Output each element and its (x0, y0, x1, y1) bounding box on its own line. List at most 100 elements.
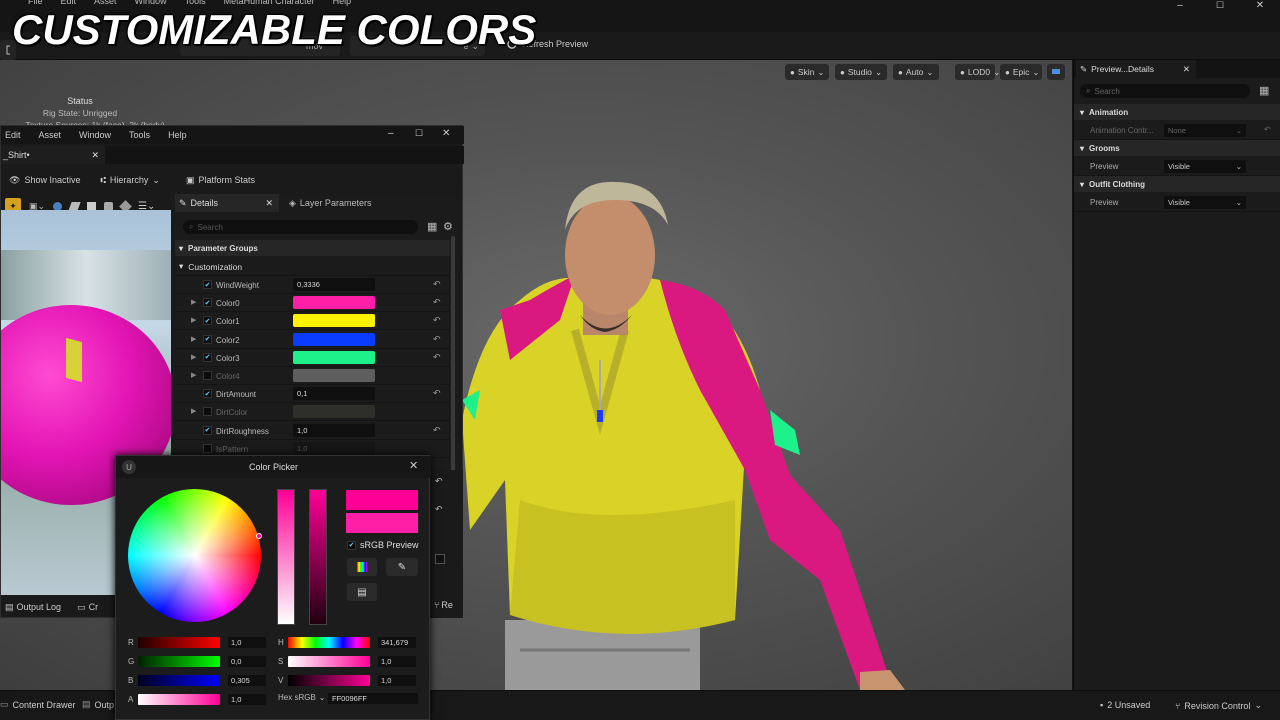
expand-arrow-icon[interactable]: ▶ (191, 298, 196, 306)
param-value-input[interactable]: 1,0 (293, 423, 375, 437)
param-color-swatch[interactable] (293, 332, 375, 346)
minimize-icon[interactable]: – (1160, 0, 1200, 14)
viewport-settings-icon[interactable] (1047, 64, 1065, 80)
param-color-swatch[interactable] (293, 369, 375, 382)
undo-icon[interactable]: ↶ (435, 476, 443, 487)
value-input-a[interactable]: 1,0 (228, 694, 266, 705)
undo-icon[interactable]: ↶ (435, 504, 443, 515)
param-color-swatch[interactable] (293, 350, 375, 364)
param-value-input[interactable]: 1,0 (293, 441, 375, 455)
hex-mode-dropdown[interactable]: Hex sRGB ⌄ (278, 693, 326, 702)
reset-icon[interactable]: ↶ (433, 388, 441, 399)
parameter-search-input[interactable]: ⌕ Search (183, 220, 418, 234)
eyedropper-button[interactable]: ✎ (386, 558, 418, 576)
row-dropdown[interactable]: Visible ⌄ (1164, 196, 1246, 209)
slider-r[interactable] (138, 637, 220, 648)
expand-arrow-icon[interactable]: ▶ (191, 407, 196, 415)
show-inactive-button[interactable]: 👁 Show Inactive (5, 170, 84, 190)
srgb-preview-toggle[interactable]: ✔ sRGB Preview (347, 540, 419, 550)
settings-icon[interactable]: ⚙ (443, 220, 453, 233)
row-dropdown[interactable]: None ⌄ (1164, 124, 1246, 137)
cmd-tab[interactable]: ▭ Cr (77, 602, 98, 613)
value-input-r[interactable]: 1,0 (228, 637, 266, 648)
editor-menu-item-window[interactable]: Window (79, 130, 111, 140)
revert-button[interactable]: ⑂ Re (434, 600, 453, 610)
reset-icon[interactable]: ↶ (433, 352, 441, 363)
value-bar[interactable] (309, 489, 327, 625)
maximize-icon[interactable]: ☐ (415, 128, 423, 139)
slider-a[interactable] (138, 694, 220, 705)
close-icon[interactable]: ✕ (409, 459, 418, 472)
param-checkbox[interactable]: ✔ (203, 389, 212, 399)
param-color-swatch[interactable] (293, 296, 375, 310)
param-checkbox[interactable]: ✔ (203, 280, 212, 289)
value-input-h[interactable]: 341,679 (378, 637, 416, 648)
customization-group[interactable]: ▾ Customization (175, 258, 450, 276)
param-checkbox[interactable]: ✔ (203, 298, 212, 308)
grid-view-icon[interactable]: ▦ (1259, 84, 1269, 97)
checkbox[interactable] (435, 554, 445, 564)
param-value-input[interactable]: 0,3336 (293, 278, 375, 291)
value-input-b[interactable]: 0,305 (228, 675, 266, 686)
param-color-swatch[interactable] (293, 314, 375, 328)
editor-menu-item-tools[interactable]: Tools (129, 130, 150, 140)
expand-arrow-icon[interactable]: ▶ (191, 335, 196, 343)
maximize-icon[interactable]: ☐ (1200, 0, 1240, 14)
close-icon[interactable]: ✕ (1240, 0, 1280, 14)
param-checkbox[interactable]: ✔ (203, 352, 212, 362)
color-wheel[interactable] (128, 489, 262, 622)
slider-h[interactable] (288, 637, 370, 648)
saturation-bar[interactable] (277, 489, 295, 625)
slider-b[interactable] (138, 675, 220, 686)
color-themes-button[interactable] (347, 558, 377, 576)
section-outfit-clothing[interactable]: ▾ Outfit Clothing (1074, 176, 1280, 192)
param-checkbox[interactable]: ✔ (203, 425, 212, 435)
tab-details[interactable]: ✎ Details ✕ (175, 194, 279, 212)
close-icon[interactable]: ✕ (442, 128, 450, 139)
row-dropdown[interactable]: Visible ⌄ (1164, 160, 1246, 173)
param-checkbox[interactable] (203, 407, 212, 417)
details-scrollbar[interactable] (451, 236, 455, 486)
expand-arrow-icon[interactable]: ▶ (191, 353, 196, 361)
section-animation[interactable]: ▾ Animation (1074, 104, 1280, 120)
advanced-button[interactable]: ▤ (347, 583, 377, 601)
param-value-input[interactable]: 0,1 (293, 387, 375, 401)
reset-icon[interactable]: ↶ (433, 279, 441, 290)
expand-arrow-icon[interactable]: ▶ (191, 316, 196, 324)
hex-input[interactable]: FF0096FF (328, 693, 418, 704)
content-drawer-button[interactable]: ▭ Content Drawer (0, 699, 76, 710)
tab-shirt[interactable]: _Shirt• ✕ (1, 146, 105, 164)
slider-v[interactable] (288, 675, 370, 686)
close-tab-icon[interactable]: ✕ (1183, 64, 1190, 75)
param-checkbox[interactable]: ✔ (203, 334, 212, 344)
details-search-input[interactable]: ⌕ Search (1080, 84, 1250, 98)
value-input-v[interactable]: 1,0 (378, 675, 416, 686)
param-checkbox[interactable]: ✔ (203, 316, 212, 326)
tab-layer-parameters[interactable]: ◈ Layer Parameters (283, 194, 403, 212)
reset-icon[interactable]: ↶ (433, 334, 441, 345)
viewport-epic-button[interactable]: ● Epic ⌄ (1000, 64, 1042, 80)
output-log-button[interactable]: ▤ Outp (82, 699, 114, 710)
unsaved-button[interactable]: ▪ 2 Unsaved (1100, 700, 1150, 710)
tab-preview-details[interactable]: ✎ Preview...Details ✕ (1076, 60, 1196, 78)
reset-icon[interactable]: ↶ (433, 315, 441, 326)
close-tab-icon[interactable]: ✕ (91, 150, 99, 161)
editor-menu-item-edit[interactable]: Edit (5, 130, 21, 140)
editor-menu-item-help[interactable]: Help (168, 130, 187, 140)
platform-stats-button[interactable]: ▣ Platform Stats (182, 170, 259, 190)
reset-icon[interactable]: ↶ (433, 297, 441, 308)
viewport-auto-button[interactable]: ● Auto ⌄ (893, 64, 939, 80)
expand-arrow-icon[interactable]: ▶ (191, 371, 196, 379)
param-checkbox[interactable] (203, 443, 212, 453)
reset-icon[interactable]: ↶ (1264, 125, 1271, 134)
wheel-selector[interactable] (256, 533, 262, 539)
minimize-icon[interactable]: – (388, 128, 394, 139)
editor-menu-item-asset[interactable]: Asset (39, 130, 62, 140)
section-grooms[interactable]: ▾ Grooms (1074, 140, 1280, 156)
output-log-tab[interactable]: ▤ Output Log (5, 602, 61, 613)
reset-icon[interactable]: ↶ (433, 425, 441, 436)
value-input-g[interactable]: 0,0 (228, 656, 266, 667)
slider-g[interactable] (138, 656, 220, 667)
srgb-checkbox[interactable]: ✔ (347, 540, 356, 550)
viewport-lod0-button[interactable]: ● LOD0 ⌄ (955, 64, 1000, 80)
